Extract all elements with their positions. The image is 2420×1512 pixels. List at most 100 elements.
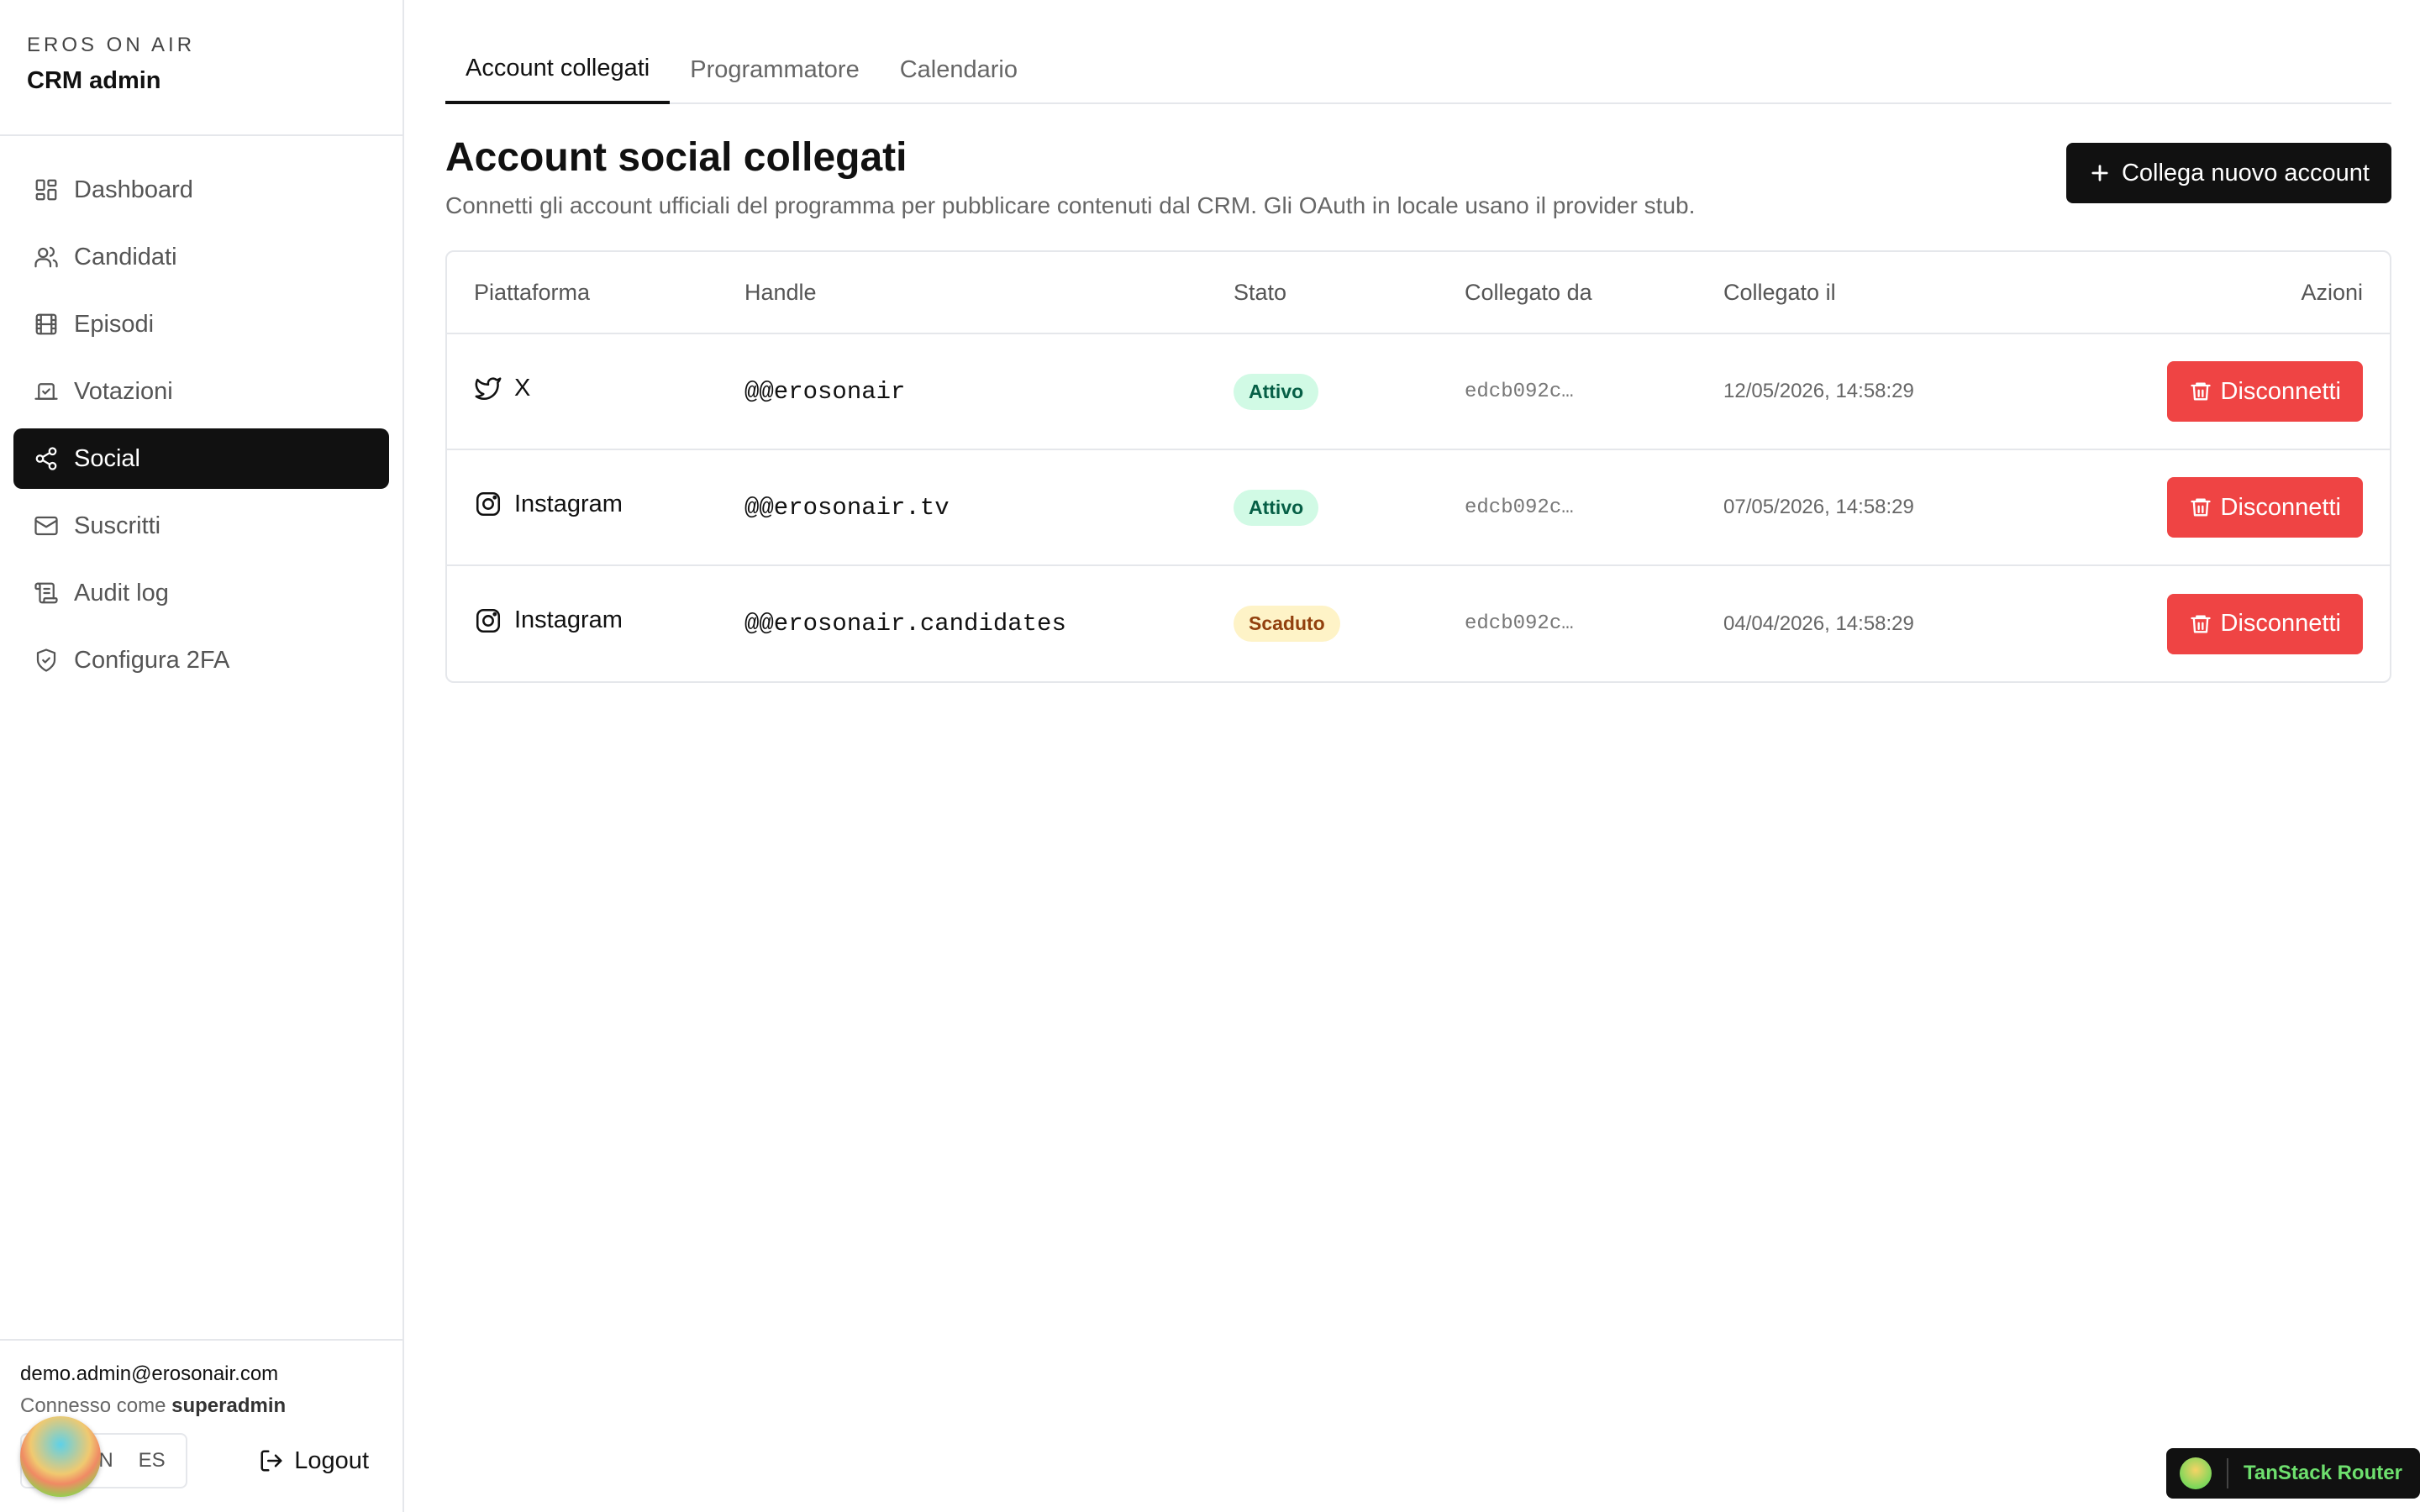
sidebar-item-candidati[interactable]: Candidati <box>13 227 389 287</box>
table-row: Instagram @@erosonair.candidates Scaduto… <box>447 565 2390 681</box>
tab-programmatore[interactable]: Programmatore <box>670 56 879 102</box>
sidebar-nav: Dashboard Candidati Episodi Votazioni So… <box>13 160 389 697</box>
linked-by: edcb092c… <box>1465 380 1574 403</box>
handle-cell: @@erosonair.candidates <box>718 565 1207 681</box>
tanstack-router-devtools-button[interactable]: TanStack Router <box>2166 1448 2420 1499</box>
column-header-linked-at: Collegato il <box>1697 252 2049 334</box>
devtools-label: TanStack Router <box>2244 1462 2402 1484</box>
disconnect-button[interactable]: Disconnetti <box>2166 477 2363 538</box>
user-role-value: superadmin <box>171 1394 287 1417</box>
status-cell: Scaduto <box>1207 565 1438 681</box>
disconnect-button[interactable]: Disconnetti <box>2166 593 2363 654</box>
add-account-label: Collega nuovo account <box>2121 159 2370 186</box>
linked-at: 12/05/2026, 14:58:29 <box>1723 380 1914 402</box>
status-cell: Attivo <box>1207 449 1438 566</box>
app-root: EROS ON AIR CRM admin Dashboard Candidat… <box>0 0 2420 1512</box>
disconnect-label: Disconnetti <box>2220 377 2341 405</box>
sidebar-item-label: Configura 2FA <box>74 646 230 674</box>
platform: Instagram <box>474 606 718 635</box>
brand: EROS ON AIR CRM admin <box>0 0 402 136</box>
status-badge: Attivo <box>1234 373 1319 410</box>
film-icon <box>35 313 57 335</box>
sidebar-item-audit-log[interactable]: Audit log <box>13 563 389 623</box>
sidebar-item-social[interactable]: Social <box>13 428 389 489</box>
platform-name: Instagram <box>514 606 623 633</box>
handle-cell: @@erosonair <box>718 333 1207 450</box>
user-role-prefix: Connesso come <box>20 1394 166 1417</box>
platform-cell: Instagram <box>447 565 718 681</box>
sidebar: EROS ON AIR CRM admin Dashboard Candidat… <box>0 0 404 1512</box>
language-es[interactable]: ES <box>139 1449 166 1473</box>
column-header-actions: Azioni <box>2049 252 2390 334</box>
handle-cell: @@erosonair.tv <box>718 449 1207 566</box>
column-header-handle: Handle <box>718 252 1207 334</box>
user-role: Connesso come superadmin <box>20 1394 402 1418</box>
platform-name: Instagram <box>514 490 623 517</box>
logout-button[interactable]: Logout <box>259 1447 369 1475</box>
twitter-icon <box>475 377 502 401</box>
disconnect-label: Disconnetti <box>2220 493 2341 521</box>
sidebar-item-configura-2fa[interactable]: Configura 2FA <box>13 630 389 690</box>
platform-cell: Instagram <box>447 449 718 566</box>
table-row: X @@erosonair Attivo edcb092c… 12/05/202… <box>447 333 2390 450</box>
linked-by-cell: edcb092c… <box>1438 449 1697 566</box>
divider <box>2227 1458 2228 1488</box>
plus-icon <box>2091 165 2108 181</box>
tab-account-collegati[interactable]: Account collegati <box>445 55 671 104</box>
brand-subtitle: EROS ON AIR <box>27 34 196 56</box>
mail-icon <box>34 516 58 536</box>
platform-name: X <box>514 374 531 402</box>
logout-icon <box>260 1450 282 1472</box>
linked-by: edcb092c… <box>1465 612 1574 635</box>
accounts-table: Piattaforma Handle Stato Collegato da Co… <box>447 252 2390 681</box>
sidebar-item-label: Dashboard <box>74 176 193 203</box>
add-account-button[interactable]: Collega nuovo account <box>2065 143 2391 203</box>
linked-by-cell: edcb092c… <box>1438 333 1697 450</box>
user-email: demo.admin@erosonair.com <box>20 1362 279 1385</box>
sidebar-item-suscritti[interactable]: Suscritti <box>13 496 389 556</box>
actions-cell: Disconnetti <box>2049 565 2390 681</box>
status-badge: Scaduto <box>1234 606 1340 642</box>
vote-icon <box>34 383 58 400</box>
account-handle: @@erosonair.tv <box>744 493 950 522</box>
sidebar-item-label: Suscritti <box>74 512 161 539</box>
account-handle: @@erosonair <box>744 377 906 406</box>
status-badge: Attivo <box>1234 489 1319 526</box>
disconnect-label: Disconnetti <box>2220 610 2341 637</box>
sidebar-item-label: Episodi <box>74 310 155 338</box>
platform: Instagram <box>474 490 718 518</box>
disconnect-button[interactable]: Disconnetti <box>2166 361 2363 422</box>
sidebar-item-label: Social <box>74 444 140 472</box>
devtools-toggle-icon[interactable] <box>20 1416 101 1497</box>
linked-at-cell: 12/05/2026, 14:58:29 <box>1697 333 2049 450</box>
users-icon <box>34 246 58 268</box>
column-header-platform: Piattaforma <box>447 252 718 334</box>
tab-calendario[interactable]: Calendario <box>880 56 1038 102</box>
scroll-icon <box>34 582 58 604</box>
instagram-icon <box>476 608 501 633</box>
sidebar-item-episodi[interactable]: Episodi <box>13 294 389 354</box>
trash-icon <box>2190 498 2211 517</box>
status-cell: Attivo <box>1207 333 1438 450</box>
platform-cell: X <box>447 333 718 450</box>
logout-label: Logout <box>294 1446 369 1474</box>
linked-by-cell: edcb092c… <box>1438 565 1697 681</box>
instagram-icon <box>476 491 501 517</box>
sidebar-item-votazioni[interactable]: Votazioni <box>13 361 389 422</box>
trash-icon <box>2190 615 2211 633</box>
sidebar-item-dashboard[interactable]: Dashboard <box>13 160 389 220</box>
linked-at-cell: 07/05/2026, 14:58:29 <box>1697 449 2049 566</box>
linked-at-cell: 04/04/2026, 14:58:29 <box>1697 565 2049 681</box>
table-header-row: Piattaforma Handle Stato Collegato da Co… <box>447 252 2390 334</box>
sidebar-item-label: Audit log <box>74 579 169 606</box>
column-header-status: Stato <box>1207 252 1438 334</box>
linked-by: edcb092c… <box>1465 496 1574 519</box>
column-header-linked-by: Collegato da <box>1438 252 1697 334</box>
linked-at: 07/05/2026, 14:58:29 <box>1723 496 1914 518</box>
page-header: Account social collegati Connetti gli ac… <box>445 134 2391 218</box>
sidebar-item-label: Votazioni <box>74 377 173 405</box>
sidebar-item-label: Candidati <box>74 243 177 270</box>
main-content: Account collegati Programmatore Calendar… <box>445 0 2391 683</box>
actions-cell: Disconnetti <box>2049 333 2390 450</box>
table-row: Instagram @@erosonair.tv Attivo edcb092c… <box>447 449 2390 566</box>
